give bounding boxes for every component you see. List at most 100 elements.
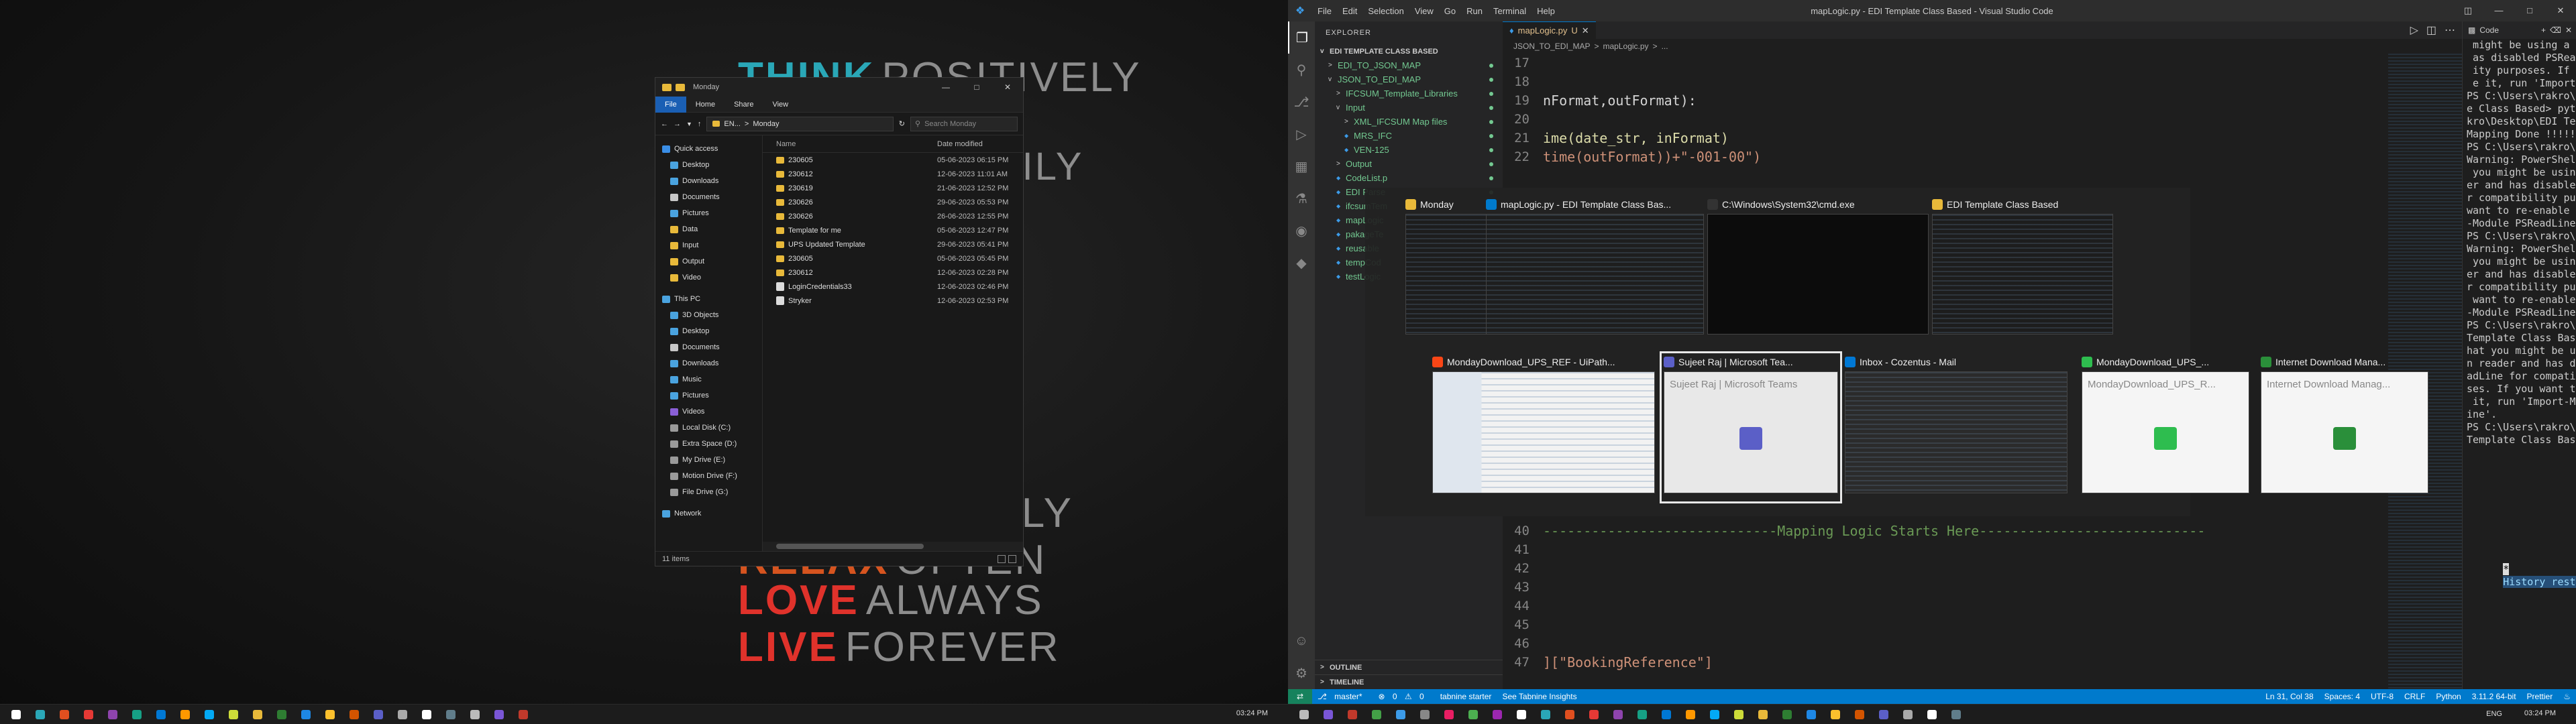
taskbar-app-icon[interactable] (1659, 707, 1674, 722)
code-line[interactable]: 42 (1503, 559, 2388, 578)
code-line[interactable]: 44 (1503, 597, 2388, 615)
nav-item[interactable]: Extra Space (D:) (655, 436, 762, 452)
tree-item[interactable]: > EDI_TO_JSON_MAP (1315, 58, 1503, 72)
taskbar-app-icon[interactable] (419, 707, 434, 722)
add-terminal-icon[interactable]: + (2541, 25, 2546, 35)
notifications-bell-icon[interactable]: ♨ (2563, 692, 2571, 701)
tabnine-icon[interactable]: ◆ (1288, 247, 1315, 279)
taskbar-app-icon[interactable] (178, 707, 193, 722)
code-line[interactable]: 19 nFormat,outFormat): (1503, 91, 2462, 110)
nav-item[interactable]: Video (655, 269, 762, 286)
workspace-root[interactable]: v EDI TEMPLATE CLASS BASED (1315, 44, 1503, 58)
taskbar-app-icon[interactable] (1925, 707, 1939, 722)
nav-item[interactable]: Downloads (655, 355, 762, 371)
taskbar-app-icon[interactable] (323, 707, 337, 722)
close-icon[interactable]: ✕ (2545, 5, 2576, 16)
up-arrow-icon[interactable]: ↑ (698, 120, 702, 128)
nav-item[interactable]: 3D Objects (655, 307, 762, 323)
ribbon-tab-file[interactable]: File (655, 96, 686, 113)
nav-item[interactable]: Downloads (655, 173, 762, 189)
taskbar-app-icon[interactable] (1828, 707, 1843, 722)
taskbar-clock[interactable]: 03:24 PM (1236, 709, 1268, 717)
remote-icon[interactable]: ⇄ (1288, 689, 1312, 704)
menu-item-go[interactable]: Go (1444, 6, 1456, 16)
file-row[interactable]: UPS Updated Template 29-06-2023 05:41 PM (763, 237, 1023, 251)
code-line[interactable]: 40 -----------------------------Mapping L… (1503, 522, 2388, 540)
nav-item[interactable]: Pictures (655, 387, 762, 404)
minimize-icon[interactable]: — (2483, 5, 2514, 16)
taskbar-app-icon[interactable] (1297, 707, 1311, 722)
problems-count[interactable]: ⊗ 0 ⚠ 0 (1379, 692, 1430, 701)
tree-item[interactable]: > IFCSUM_Template_Libraries (1315, 86, 1503, 101)
language-indicator[interactable]: ENG (2486, 710, 2502, 718)
taskbar-app-icon[interactable] (371, 707, 386, 722)
nav-item[interactable]: This PC (655, 291, 762, 307)
ribbon-tab-share[interactable]: Share (724, 101, 763, 109)
tree-item[interactable]: > XML_IFCSUM Map files (1315, 115, 1503, 129)
taskbar-app-icon[interactable] (395, 707, 410, 722)
taskbar-app-icon[interactable] (1562, 707, 1577, 722)
explorer-titlebar[interactable]: Monday — □ ✕ (655, 78, 1023, 97)
refresh-icon[interactable]: ↻ (899, 119, 905, 128)
taskbar-app-icon[interactable] (1707, 707, 1722, 722)
taskbar-app-icon[interactable] (1780, 707, 1794, 722)
taskbar-app-icon[interactable] (1442, 707, 1456, 722)
breadcrumb-segment[interactable]: ... (1662, 42, 1668, 51)
code-line[interactable]: 41 (1503, 540, 2388, 559)
close-icon[interactable]: ✕ (992, 82, 1023, 92)
nav-item[interactable]: Videos (655, 404, 762, 420)
menu-item-terminal[interactable]: Terminal (1493, 6, 1526, 16)
maximize-icon[interactable]: □ (2514, 5, 2545, 16)
taskbar-app-icon[interactable] (1852, 707, 1867, 722)
tree-item[interactable]: ◆ MRS_IFC (1315, 129, 1503, 143)
file-row[interactable]: 230605 05-06-2023 05:45 PM (763, 251, 1023, 265)
nav-item[interactable]: Documents (655, 189, 762, 205)
tab-maplogic[interactable]: ♦ mapLogic.py U ✕ (1503, 21, 1596, 39)
nav-item[interactable]: Data (655, 221, 762, 237)
taskbar-app-icon[interactable] (250, 707, 265, 722)
menu-item-file[interactable]: File (1318, 6, 1332, 16)
nav-item[interactable]: Desktop (655, 323, 762, 339)
code-line[interactable]: 45 (1503, 615, 2388, 634)
switcher-window-thumb[interactable]: Inbox - Cozentus - Mail (1845, 355, 2068, 499)
taskbar-app-icon[interactable] (1587, 707, 1601, 722)
indentation[interactable]: Spaces: 4 (2324, 692, 2360, 701)
tabnine-insights[interactable]: See Tabnine Insights (1502, 692, 1576, 701)
taskbar-app-icon[interactable] (1611, 707, 1625, 722)
layout-icon[interactable]: ◫ (2453, 5, 2483, 16)
file-row[interactable]: 230626 26-06-2023 12:55 PM (763, 209, 1023, 223)
code-line[interactable]: 46 (1503, 634, 2388, 653)
prettier-status[interactable]: Prettier (2527, 692, 2553, 701)
switcher-window-thumb[interactable]: Sujeet Raj | Microsoft Tea... Sujeet Raj … (1660, 351, 1842, 503)
close-icon[interactable]: ✕ (2565, 25, 2572, 35)
switcher-window-thumb[interactable]: MondayDownload_UPS_... MondayDownload_UPS… (2082, 355, 2249, 499)
switcher-window-thumb[interactable]: mapLogic.py - EDI Template Class Bas... (1486, 198, 1704, 352)
taskbar-app-icon[interactable] (516, 707, 531, 722)
taskbar-app-icon[interactable] (1876, 707, 1891, 722)
tree-item[interactable]: v Input (1315, 101, 1503, 115)
git-branch[interactable]: ⎇ master* (1318, 692, 1368, 701)
tree-item[interactable]: > Output (1315, 157, 1503, 171)
taskbar-app-icon[interactable] (492, 707, 506, 722)
taskbar-app-icon[interactable] (1417, 707, 1432, 722)
forward-arrow-icon[interactable]: → (674, 120, 681, 128)
details-view-icon[interactable] (998, 554, 1006, 563)
switcher-window-thumb[interactable]: C:\Windows\System32\cmd.exe (1707, 198, 1929, 352)
address-bar[interactable]: EN... > Monday (706, 116, 894, 131)
taskbar-app-icon[interactable] (33, 707, 48, 722)
taskbar-app-icon[interactable] (226, 707, 241, 722)
large-icons-view-icon[interactable] (1008, 554, 1016, 563)
column-name[interactable]: Name (763, 140, 937, 148)
breadcrumb-parent[interactable]: EN... (724, 120, 740, 128)
line-ending[interactable]: CRLF (2404, 692, 2425, 701)
code-line[interactable]: 21 ime(date_str, inFormat) (1503, 129, 2462, 147)
column-date-modified[interactable]: Date modified (937, 140, 983, 148)
taskbar-app-icon[interactable] (1900, 707, 1915, 722)
taskbar-app-icon[interactable] (154, 707, 168, 722)
language-mode[interactable]: Python (2436, 692, 2461, 701)
breadcrumb-segment[interactable]: mapLogic.py (1603, 42, 1649, 51)
nav-item[interactable]: Quick access (655, 141, 762, 157)
taskbar-app-icon[interactable] (1731, 707, 1746, 722)
taskbar-app-icon[interactable] (443, 707, 458, 722)
testing-icon[interactable]: ⚗ (1288, 182, 1315, 215)
